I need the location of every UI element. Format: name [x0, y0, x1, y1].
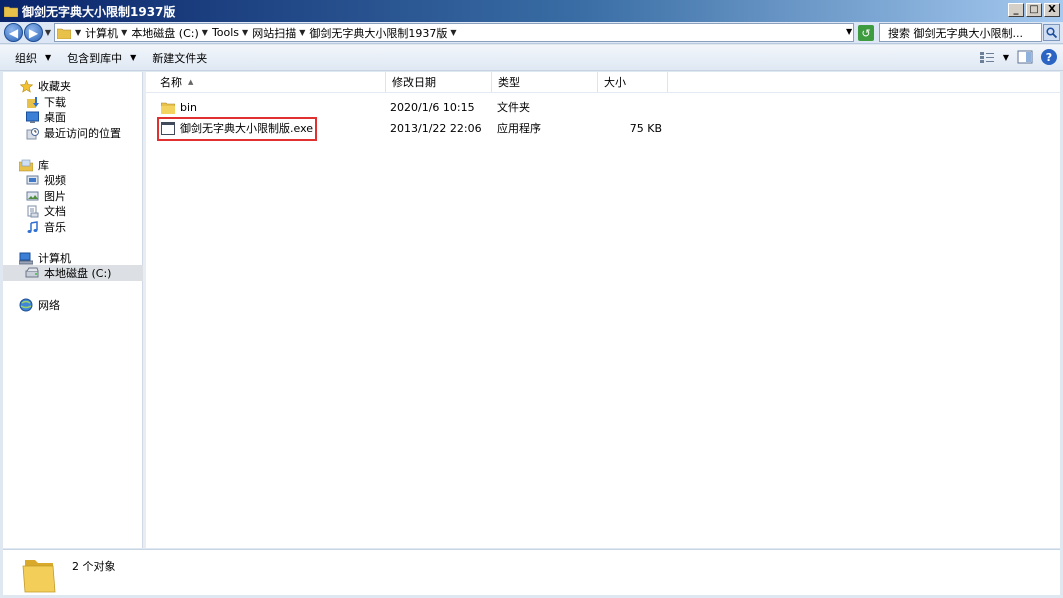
organize-label: 组织 — [15, 51, 37, 65]
back-button[interactable]: ◀ — [4, 23, 23, 42]
command-bar: 组织 ▼ 包含到库中 ▼ 新建文件夹 ▼ ? — [0, 45, 1063, 71]
details-pane: 2 个对象 — [3, 549, 1060, 595]
nav-favorites[interactable]: 收藏夹 — [19, 78, 71, 94]
nav-item-desktop[interactable]: 桌面 — [25, 109, 66, 125]
file-type: 文件夹 — [497, 101, 530, 114]
new-folder-button[interactable]: 新建文件夹 — [144, 47, 215, 69]
window-title: 御剑无字典大小限制1937版 — [22, 4, 176, 19]
folder-icon — [4, 6, 18, 17]
maximize-button[interactable]: □ — [1026, 3, 1042, 17]
header-divider — [146, 92, 1060, 93]
library-icon — [19, 158, 33, 172]
video-icon — [25, 173, 39, 187]
nav-libraries-label: 库 — [38, 159, 49, 172]
address-row: ◀ ▶ ▼ ▼ 计算机 ▼ 本地磁盘 (C:) ▼ Tools ▼ 网站扫描 ▼… — [0, 22, 1063, 44]
breadcrumb-current-folder[interactable]: 御剑无字典大小限制1937版 — [309, 25, 447, 41]
file-row-bin[interactable]: bin 2020/1/6 10:15 文件夹 — [156, 97, 856, 117]
highlight-annotation — [157, 117, 317, 141]
folder-icon — [161, 102, 175, 114]
close-button[interactable]: X — [1044, 3, 1060, 17]
chevron-down-icon[interactable]: ▼ — [202, 28, 208, 37]
help-icon[interactable]: ? — [1041, 49, 1057, 65]
nav-item-documents[interactable]: 文档 — [25, 203, 66, 219]
include-in-library-button[interactable]: 包含到库中 ▼ — [59, 47, 144, 69]
navigation-pane: 收藏夹 下载 桌面 最近访问的位置 库 视频 图片 文档 音乐 计算机 本地磁盘… — [3, 72, 143, 548]
nav-item-music[interactable]: 音乐 — [25, 219, 66, 235]
download-icon — [25, 95, 39, 109]
file-size: 75 KB — [629, 121, 662, 135]
recent-pages-dropdown[interactable]: ▼ — [43, 28, 53, 37]
computer-icon — [19, 251, 33, 265]
nav-item-label: 本地磁盘 (C:) — [44, 267, 112, 280]
nav-favorites-label: 收藏夹 — [38, 80, 71, 93]
title-bar: 御剑无字典大小限制1937版 _ □ X — [0, 0, 1063, 22]
nav-computer[interactable]: 计算机 — [19, 250, 71, 266]
view-options-icon[interactable] — [979, 50, 995, 64]
nav-item-label: 下载 — [44, 96, 66, 109]
breadcrumb-local-disk[interactable]: 本地磁盘 (C:) — [131, 25, 198, 41]
folder-icon — [22, 560, 56, 593]
forward-button[interactable]: ▶ — [24, 23, 43, 42]
file-type: 应用程序 — [497, 122, 541, 135]
breadcrumb-tools[interactable]: Tools — [212, 26, 239, 39]
drive-icon — [25, 266, 39, 280]
address-history-dropdown[interactable]: ▼ — [846, 27, 852, 36]
network-icon — [19, 298, 33, 312]
chevron-down-icon[interactable]: ▼ — [75, 28, 81, 37]
file-date: 2020/1/6 10:15 — [390, 100, 475, 114]
column-header-date[interactable]: 修改日期 — [386, 72, 492, 92]
picture-icon — [25, 189, 39, 203]
organize-button[interactable]: 组织 ▼ — [7, 47, 59, 69]
sort-ascending-icon: ▲ — [188, 78, 194, 86]
nav-item-label: 文档 — [44, 205, 66, 218]
column-header-type[interactable]: 类型 — [492, 72, 598, 92]
breadcrumb-computer[interactable]: 计算机 — [85, 25, 118, 41]
nav-item-videos[interactable]: 视频 — [25, 172, 66, 188]
document-icon — [25, 204, 39, 218]
nav-item-pictures[interactable]: 图片 — [25, 188, 66, 204]
file-list: 名称 ▲ 修改日期 类型 大小 bin 2020/1/6 10:15 文件夹 御… — [146, 72, 1060, 548]
preview-pane-icon[interactable] — [1017, 50, 1033, 64]
minimize-button[interactable]: _ — [1008, 3, 1024, 17]
nav-network-label: 网络 — [38, 299, 60, 312]
breadcrumb-site-scan[interactable]: 网站扫描 — [252, 25, 296, 41]
nav-libraries[interactable]: 库 — [19, 157, 49, 173]
nav-item-label: 桌面 — [44, 111, 66, 124]
folder-icon — [57, 28, 71, 39]
refresh-button[interactable]: ↺ — [858, 25, 874, 41]
nav-item-local-disk[interactable]: 本地磁盘 (C:) — [3, 265, 143, 281]
nav-item-recent-places[interactable]: 最近访问的位置 — [25, 125, 121, 141]
nav-item-label: 最近访问的位置 — [44, 127, 121, 140]
chevron-down-icon: ▼ — [130, 53, 137, 62]
recent-places-icon — [25, 126, 39, 140]
search-input[interactable]: 搜索 御剑无字典大小限制... — [879, 23, 1042, 42]
search-icon[interactable] — [1043, 24, 1060, 41]
chevron-down-icon[interactable]: ▼ — [242, 28, 248, 37]
item-count: 2 个对象 — [72, 560, 116, 573]
nav-item-label: 图片 — [44, 190, 66, 203]
file-name-cell: bin — [161, 97, 197, 117]
chevron-down-icon: ▼ — [45, 53, 52, 62]
include-in-library-label: 包含到库中 — [67, 51, 123, 65]
file-date: 2013/1/22 22:06 — [390, 121, 482, 135]
nav-computer-label: 计算机 — [38, 252, 71, 265]
file-size — [616, 97, 662, 117]
chevron-down-icon[interactable]: ▼ — [299, 28, 305, 37]
nav-item-downloads[interactable]: 下载 — [25, 94, 66, 110]
desktop-icon — [25, 110, 39, 124]
column-header-name[interactable]: 名称 ▲ — [154, 72, 386, 92]
address-bar[interactable]: ▼ 计算机 ▼ 本地磁盘 (C:) ▼ Tools ▼ 网站扫描 ▼ 御剑无字典… — [54, 23, 854, 42]
music-icon — [25, 220, 39, 234]
chevron-down-icon[interactable]: ▼ — [1003, 53, 1009, 62]
nav-item-label: 音乐 — [44, 221, 66, 234]
nav-item-label: 视频 — [44, 174, 66, 187]
star-icon — [19, 79, 33, 93]
chevron-down-icon[interactable]: ▼ — [450, 28, 456, 37]
nav-network[interactable]: 网络 — [19, 297, 60, 313]
column-header-label: 名称 — [160, 76, 182, 89]
chevron-down-icon[interactable]: ▼ — [121, 28, 127, 37]
file-name: bin — [180, 100, 198, 114]
column-header-size[interactable]: 大小 — [598, 72, 668, 92]
